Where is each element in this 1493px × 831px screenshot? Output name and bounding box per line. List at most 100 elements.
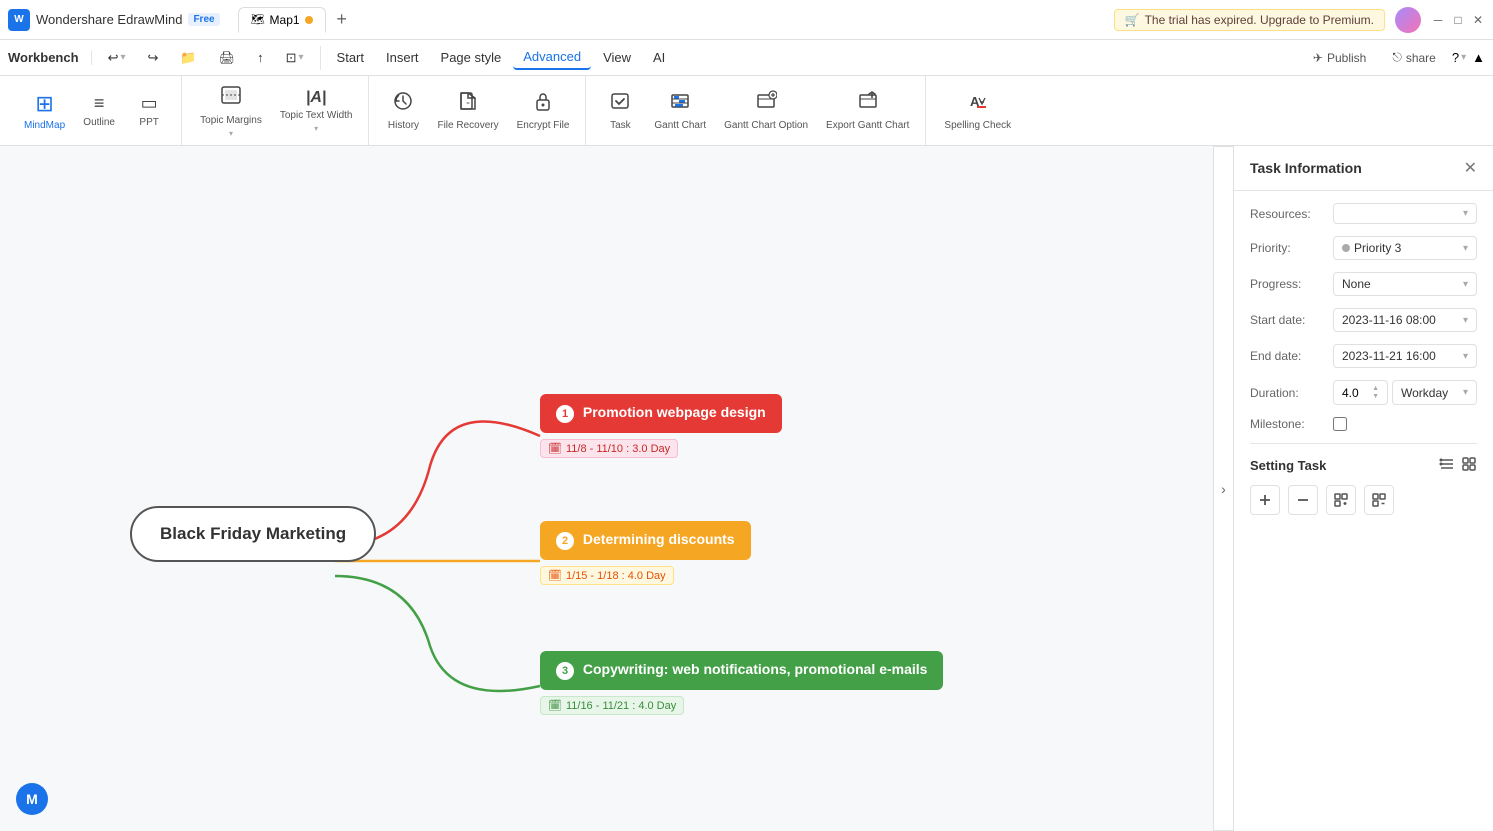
branch-node-3[interactable]: 3 Copywriting: web notifications, promot…	[540, 651, 943, 715]
milestone-checkbox[interactable]	[1333, 417, 1347, 431]
menu-ai[interactable]: AI	[643, 46, 675, 69]
gantt-chart-icon	[669, 90, 691, 117]
end-date-input[interactable]: 2023-11-21 16:00 ▾	[1333, 344, 1477, 368]
export-gantt-chart-button[interactable]: Export Gantt Chart	[818, 86, 917, 135]
add-task-button[interactable]	[1250, 485, 1280, 515]
gantt-chart-option-button[interactable]: Gantt Chart Option	[716, 86, 816, 135]
setting-task-icons	[1439, 456, 1477, 475]
milestone-field-row: Milestone:	[1250, 417, 1477, 431]
priority-value: Priority 3	[1354, 241, 1401, 255]
branch2-date: 🗓 1/15 - 1/18 : 4.0 Day	[540, 566, 674, 585]
topic-text-width-icon: |A|	[306, 89, 327, 107]
duration-value: 4.0	[1342, 386, 1359, 400]
start-date-chevron-icon: ▾	[1463, 315, 1468, 326]
outline-button[interactable]: ≡ Outline	[75, 89, 123, 132]
branch3-num: 3	[556, 662, 574, 680]
close-button[interactable]: ✕	[1471, 13, 1485, 27]
share-button[interactable]: ⎋ share	[1382, 46, 1446, 69]
menu-undo[interactable]: ↩ ▾	[98, 46, 136, 70]
branch-node-1[interactable]: 1 Promotion webpage design 🗓 11/8 - 11/1…	[540, 394, 782, 458]
topic-margins-chevron: ▾	[229, 129, 233, 138]
help-button[interactable]: ? ▾	[1452, 50, 1466, 65]
progress-select[interactable]: None ▾	[1333, 272, 1477, 296]
tab-map1[interactable]: 🗺 Map1	[238, 7, 326, 33]
help-chevron-icon: ▾	[1461, 52, 1466, 63]
menu-folder[interactable]: 📁	[170, 46, 206, 70]
setting-task-grid-icon[interactable]	[1461, 456, 1477, 475]
trial-banner[interactable]: 🛒 The trial has expired. Upgrade to Prem…	[1114, 9, 1385, 31]
resources-label: Resources:	[1250, 207, 1325, 221]
menu-page-style[interactable]: Page style	[431, 46, 512, 69]
priority-dot-icon	[1342, 244, 1350, 252]
branch1-num: 1	[556, 405, 574, 423]
progress-value: None	[1342, 277, 1371, 291]
title-bar: W Wondershare EdrawMind Free 🗺 Map1 + 🛒 …	[0, 0, 1493, 40]
priority-field-row: Priority: Priority 3 ▾	[1250, 236, 1477, 260]
central-node[interactable]: Black Friday Marketing	[130, 506, 376, 562]
branch1-date-icon: 🗓	[548, 442, 562, 455]
mindmap-button[interactable]: ⊞ MindMap	[16, 87, 73, 135]
menu-view[interactable]: View	[593, 46, 641, 69]
minimize-button[interactable]: ─	[1431, 13, 1445, 27]
toolbar-file-section: History File Recovery Encrypt File	[371, 76, 586, 145]
topic-text-width-button[interactable]: |A| Topic Text Width ▾	[272, 85, 361, 137]
expand-task-button[interactable]	[1326, 485, 1356, 515]
workbench-label[interactable]: Workbench	[8, 50, 79, 65]
topic-margins-button[interactable]: Topic Margins ▾	[192, 80, 270, 142]
end-date-value: 2023-11-21 16:00	[1342, 349, 1436, 363]
menu-more-icon: ⊡	[286, 50, 297, 66]
resources-input[interactable]: ▾	[1333, 203, 1477, 224]
setting-task-list-icon[interactable]	[1439, 456, 1455, 475]
branch2-num: 2	[556, 532, 574, 550]
remove-task-button[interactable]	[1288, 485, 1318, 515]
panel-body: Resources: ▾ Priority: Priority 3 ▾	[1234, 191, 1493, 831]
gantt-chart-option-icon	[755, 90, 777, 117]
menu-start[interactable]: Start	[327, 46, 374, 69]
duration-unit-select[interactable]: Workday ▾	[1392, 380, 1477, 405]
tab-map1-label: Map1	[270, 13, 300, 27]
ppt-button[interactable]: ▭ PPT	[125, 89, 173, 132]
gantt-chart-button[interactable]: Gantt Chart	[646, 86, 714, 135]
panel-divider	[1250, 443, 1477, 444]
branch-node-2[interactable]: 2 Determining discounts 🗓 1/15 - 1/18 : …	[540, 521, 751, 585]
collapse-task-button[interactable]	[1364, 485, 1394, 515]
progress-label: Progress:	[1250, 277, 1325, 291]
mindmap-connections	[0, 146, 1213, 831]
collapse-panel-button[interactable]: ▲	[1472, 50, 1485, 65]
start-date-input[interactable]: 2023-11-16 08:00 ▾	[1333, 308, 1477, 332]
file-recovery-button[interactable]: File Recovery	[429, 86, 506, 135]
menu-advanced[interactable]: Advanced	[513, 45, 591, 70]
duration-up-icon[interactable]: ▲	[1372, 385, 1379, 392]
panel-close-button[interactable]: ✕	[1464, 158, 1477, 178]
canvas[interactable]: Black Friday Marketing 1 Promotion webpa…	[0, 146, 1213, 831]
toolbar-spell-section: A Spelling Check	[928, 76, 1027, 145]
edrawmind-logo: M	[16, 783, 48, 815]
menu-redo[interactable]: ↪	[138, 46, 169, 70]
title-bar-right: 🛒 The trial has expired. Upgrade to Prem…	[1114, 7, 1485, 33]
user-avatar[interactable]	[1395, 7, 1421, 33]
end-date-chevron-icon: ▾	[1463, 351, 1468, 362]
priority-select[interactable]: Priority 3 ▾	[1333, 236, 1477, 260]
menu-more[interactable]: ⊡ ▾	[276, 46, 314, 70]
share-icon: ⎋	[1392, 50, 1402, 65]
menu-print[interactable]: 🖨	[209, 46, 246, 70]
duration-stepper[interactable]: 4.0 ▲ ▼	[1333, 380, 1388, 405]
spelling-check-button[interactable]: A Spelling Check	[936, 86, 1019, 135]
task-button[interactable]: Task	[596, 86, 644, 135]
history-button[interactable]: History	[379, 86, 427, 135]
panel-collapse-button[interactable]: ›	[1213, 146, 1233, 831]
duration-down-icon[interactable]: ▼	[1372, 393, 1379, 400]
help-icon: ?	[1452, 50, 1459, 65]
add-tab-button[interactable]: +	[330, 8, 354, 32]
maximize-button[interactable]: □	[1451, 13, 1465, 27]
main-area: Black Friday Marketing 1 Promotion webpa…	[0, 146, 1493, 831]
history-label: History	[388, 120, 419, 131]
menu-export[interactable]: ↑	[247, 46, 274, 69]
encrypt-file-button[interactable]: Encrypt File	[509, 86, 578, 135]
task-information-panel: Task Information ✕ Resources: ▾ Priority…	[1233, 146, 1493, 831]
publish-button[interactable]: ✈ Publish	[1303, 47, 1376, 69]
topic-text-width-label: Topic Text Width	[280, 110, 353, 121]
branch3-date: 🗓 11/16 - 11/21 : 4.0 Day	[540, 696, 684, 715]
menu-insert[interactable]: Insert	[376, 46, 429, 69]
panel-header: Task Information ✕	[1234, 146, 1493, 191]
